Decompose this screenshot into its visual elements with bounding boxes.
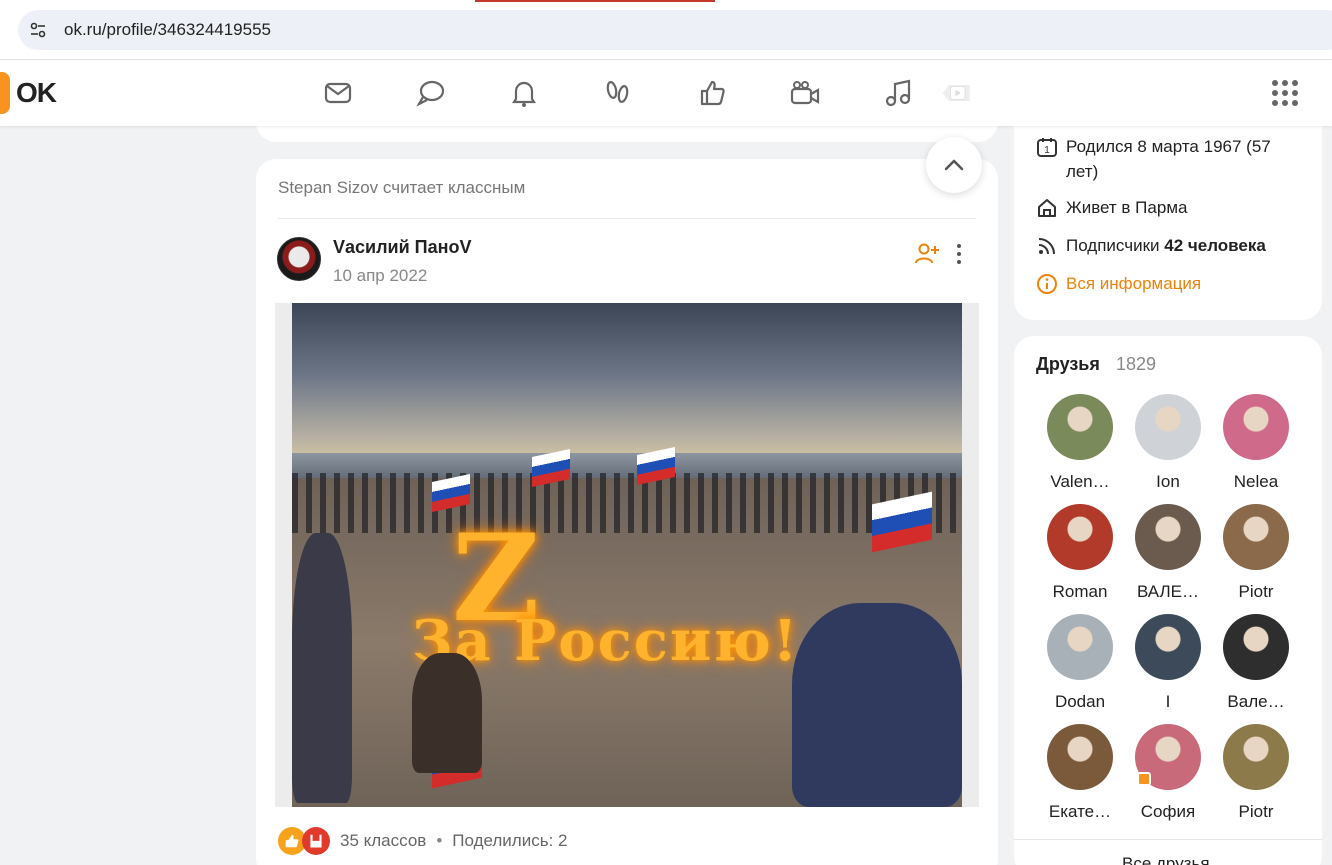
friend-item[interactable]: I: [1128, 614, 1208, 712]
logo-mark: [0, 72, 10, 114]
location-text: Живет в Парма: [1066, 198, 1188, 217]
divider: [278, 218, 976, 219]
guests-icon[interactable]: [601, 76, 635, 110]
photo-crowd: [292, 473, 962, 533]
chat-icon[interactable]: [414, 76, 448, 110]
friend-item[interactable]: София: [1128, 724, 1208, 822]
mail-icon[interactable]: [321, 76, 355, 110]
video-play-icon[interactable]: [937, 76, 977, 110]
all-info-link[interactable]: Вся информация: [1036, 271, 1201, 296]
photo-content: Z За Россию!: [292, 303, 962, 807]
post-date[interactable]: 10 апр 2022: [333, 266, 427, 286]
home-icon: [1038, 199, 1056, 217]
profile-info-card: 1 Родился 8 марта 1967 (57 лет) Живет в …: [1014, 110, 1322, 320]
friend-item[interactable]: Piotr: [1216, 504, 1296, 602]
friend-name[interactable]: София: [1128, 802, 1208, 822]
friend-item[interactable]: Roman: [1040, 504, 1120, 602]
friend-avatar[interactable]: [1135, 724, 1201, 790]
address-bar[interactable]: ok.ru/profile/346324419555: [18, 10, 1332, 50]
url-text[interactable]: ok.ru/profile/346324419555: [64, 20, 271, 40]
add-friend-icon[interactable]: [914, 241, 940, 267]
friend-name[interactable]: I: [1128, 692, 1208, 712]
post-photo[interactable]: Z За Россию!: [275, 303, 979, 807]
friend-item[interactable]: Вале…: [1216, 614, 1296, 712]
bell-icon[interactable]: [507, 76, 541, 110]
video-camera-icon[interactable]: [788, 76, 822, 110]
author-avatar[interactable]: [277, 237, 321, 281]
all-friends-link[interactable]: Все друзья: [1122, 854, 1210, 865]
friend-avatar[interactable]: [1047, 724, 1113, 790]
friend-name[interactable]: Вале…: [1216, 692, 1296, 712]
friend-avatar[interactable]: [1135, 504, 1201, 570]
friend-name[interactable]: Piotr: [1216, 582, 1296, 602]
svg-text:1: 1: [1044, 145, 1050, 156]
friend-item[interactable]: Valen…: [1040, 394, 1120, 492]
friend-item[interactable]: Piotr: [1216, 724, 1296, 822]
friend-item[interactable]: Dodan: [1040, 614, 1120, 712]
friend-avatar[interactable]: [1047, 504, 1113, 570]
active-tab-indicator: [475, 0, 715, 2]
friend-avatar[interactable]: [1135, 394, 1201, 460]
birthday-row: 1 Родился 8 марта 1967 (57 лет): [1036, 134, 1306, 184]
friend-item[interactable]: Екате…: [1040, 724, 1120, 822]
tune-icon[interactable]: [18, 10, 58, 50]
friend-avatar[interactable]: [1047, 394, 1113, 460]
rss-icon: [1038, 238, 1055, 255]
photo-person: [792, 603, 962, 807]
music-icon[interactable]: [881, 76, 915, 110]
subscribers-label: Подписчики: [1066, 236, 1160, 255]
friend-avatar[interactable]: [1223, 614, 1289, 680]
photo-person: [292, 533, 352, 803]
friend-item[interactable]: Ion: [1128, 394, 1208, 492]
separator-dot: •: [436, 831, 443, 850]
mobile-online-badge: [1137, 772, 1151, 786]
friend-avatar[interactable]: [1135, 614, 1201, 680]
friend-name[interactable]: Piotr: [1216, 802, 1296, 822]
logo-text: OK: [16, 77, 57, 108]
friend-avatar[interactable]: [1223, 394, 1289, 460]
friend-avatar[interactable]: [1223, 724, 1289, 790]
like-icon[interactable]: [695, 76, 729, 110]
chevron-up-icon: [944, 159, 964, 171]
subscribers-row[interactable]: Подписчики 42 человека: [1036, 233, 1266, 258]
friend-item[interactable]: Nelea: [1216, 394, 1296, 492]
divider: [1014, 839, 1322, 840]
calendar-icon: 1: [1037, 138, 1057, 157]
location-row: Живет в Парма: [1036, 195, 1187, 220]
friends-count[interactable]: 1829: [1116, 354, 1156, 375]
browser-toolbar: ok.ru/profile/346324419555: [0, 0, 1332, 60]
classes-count[interactable]: 35 классов: [340, 831, 426, 851]
photo-sky: [292, 303, 962, 463]
friend-name[interactable]: Ion: [1128, 472, 1208, 492]
friend-name[interactable]: Екате…: [1040, 802, 1120, 822]
rock-reaction-icon[interactable]: [302, 827, 330, 855]
site-header: OK: [0, 60, 1332, 126]
friend-avatar[interactable]: [1047, 614, 1113, 680]
friend-name[interactable]: Dodan: [1040, 692, 1120, 712]
friend-name[interactable]: Nelea: [1216, 472, 1296, 492]
author-name[interactable]: Vасилий ПаноV: [333, 237, 471, 258]
friends-title[interactable]: Друзья: [1036, 354, 1100, 375]
feed-post-card: Stepan Sizov считает классным Vасилий Па…: [256, 159, 998, 865]
birthday-text: Родился 8 марта 1967 (57 лет): [1066, 137, 1271, 181]
photo-person: [412, 653, 482, 773]
scroll-to-top-button[interactable]: [926, 137, 982, 193]
ok-logo[interactable]: OK: [0, 72, 57, 114]
info-icon: [1037, 274, 1057, 294]
friends-card: Друзья 1829 Valen… Ion Nelea Roman ВАЛЕ… Piot…: [1014, 336, 1322, 865]
friend-avatar[interactable]: [1223, 504, 1289, 570]
post-reactions: 35 классов • Поделились: 2: [278, 827, 567, 855]
shared-count[interactable]: Поделились: 2: [452, 831, 567, 851]
apps-grid-icon[interactable]: [1270, 78, 1300, 108]
liked-by-text[interactable]: Stepan Sizov считает классным: [278, 178, 525, 198]
all-info-text[interactable]: Вся информация: [1066, 271, 1201, 296]
friend-item[interactable]: ВАЛЕ…: [1128, 504, 1208, 602]
more-options-icon[interactable]: [950, 241, 968, 267]
friend-name[interactable]: ВАЛЕ…: [1128, 582, 1208, 602]
subscribers-value: 42 человека: [1164, 236, 1266, 255]
friend-name[interactable]: Valen…: [1040, 472, 1120, 492]
friend-name[interactable]: Roman: [1040, 582, 1120, 602]
